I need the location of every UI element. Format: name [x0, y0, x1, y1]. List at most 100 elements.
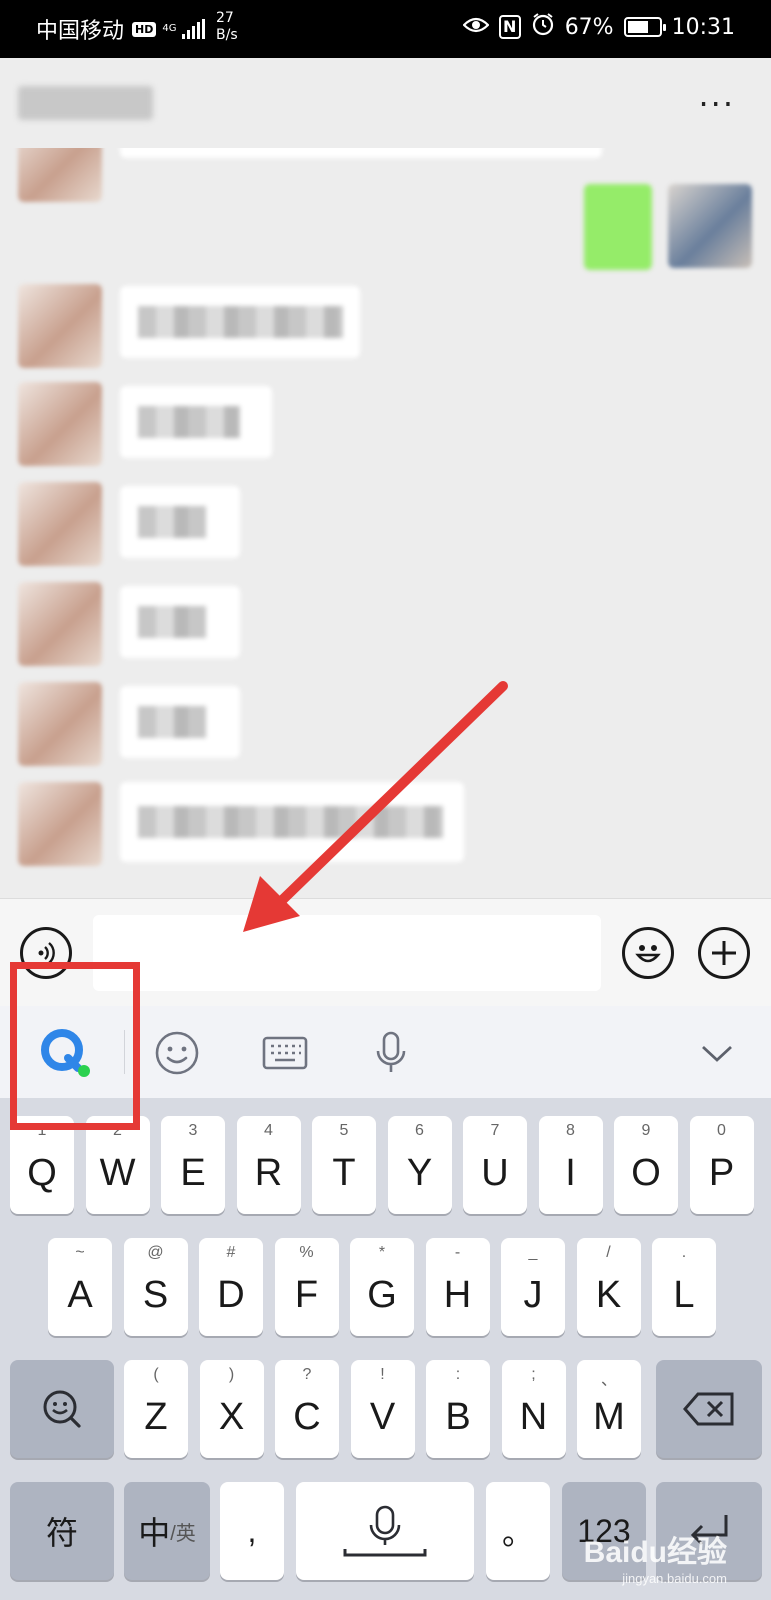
- key-secondary-label: 7: [490, 1122, 500, 1139]
- my-avatar[interactable]: [668, 184, 752, 268]
- avatar[interactable]: [18, 482, 102, 566]
- key-w[interactable]: 2W: [85, 1116, 150, 1214]
- battery-icon: [623, 17, 666, 37]
- comma-key[interactable]: ,: [220, 1482, 284, 1580]
- key-n[interactable]: ; N: [501, 1360, 566, 1458]
- key-label: N: [519, 1396, 548, 1438]
- key-h[interactable]: -H: [425, 1238, 490, 1336]
- space-key[interactable]: [296, 1482, 474, 1580]
- search-key[interactable]: [10, 1360, 114, 1458]
- avatar[interactable]: [18, 682, 102, 766]
- message-bubble-blurred[interactable]: [120, 386, 272, 458]
- key-q[interactable]: 1Q: [10, 1116, 74, 1214]
- key-secondary-label: *: [378, 1244, 386, 1261]
- message-bubble-outgoing-blurred[interactable]: [584, 184, 652, 270]
- message-bubble-blurred[interactable]: [120, 486, 240, 558]
- key-l[interactable]: .L: [652, 1238, 716, 1336]
- key-s[interactable]: @ S: [123, 1238, 188, 1336]
- key-secondary-label: 5: [339, 1122, 349, 1139]
- carrier-name: 中国移动: [36, 19, 125, 44]
- avatar[interactable]: [18, 582, 102, 666]
- chat-title-blurred: [18, 86, 153, 120]
- key-secondary-label: 8: [566, 1122, 575, 1139]
- language-switch-key[interactable]: 中/英: [124, 1482, 210, 1580]
- key-secondary-label: ~: [75, 1244, 85, 1261]
- message-bubble-blurred[interactable]: [120, 686, 240, 758]
- key-i[interactable]: 8I: [538, 1116, 603, 1214]
- key-label: E: [180, 1152, 206, 1194]
- key-label: V: [369, 1396, 396, 1438]
- key-secondary-label: %: [299, 1244, 314, 1261]
- key-e[interactable]: 3E: [161, 1116, 225, 1214]
- key-secondary-label: ;: [531, 1366, 536, 1383]
- key-v[interactable]: ! V: [350, 1360, 415, 1458]
- key-z[interactable]: (Z: [124, 1360, 188, 1458]
- key-x[interactable]: ) X: [199, 1360, 264, 1458]
- key-b[interactable]: :B: [426, 1360, 490, 1458]
- emoji-panel-button[interactable]: [150, 1026, 204, 1080]
- key-g[interactable]: * G: [350, 1238, 414, 1336]
- message-input[interactable]: [93, 915, 601, 991]
- key-t[interactable]: 5T: [312, 1116, 376, 1214]
- key-y[interactable]: 6Y: [387, 1116, 452, 1214]
- smiley-icon: [635, 945, 661, 963]
- avatar[interactable]: [18, 382, 102, 466]
- status-right: N 67% 10:31: [462, 12, 735, 42]
- nfc-icon: N: [498, 15, 521, 39]
- key-secondary-label: ?: [302, 1366, 312, 1383]
- key-secondary-label: 6: [415, 1122, 424, 1139]
- key-secondary-label: ): [228, 1366, 235, 1383]
- backspace-key[interactable]: [656, 1360, 762, 1458]
- key-label: A: [67, 1274, 93, 1316]
- key-c[interactable]: ? C: [275, 1360, 339, 1458]
- symbol-key[interactable]: 符: [10, 1482, 114, 1580]
- key-j[interactable]: _ J: [501, 1238, 565, 1336]
- key-secondary-label: .: [681, 1244, 687, 1261]
- key-m[interactable]: 、 M: [577, 1360, 641, 1458]
- key-secondary-label: 0: [717, 1122, 726, 1139]
- key-a[interactable]: ~ A: [48, 1238, 112, 1336]
- key-secondary-label: 、: [600, 1372, 617, 1389]
- keyboard-layout-button[interactable]: [258, 1026, 312, 1080]
- message-bubble-blurred[interactable]: [120, 286, 360, 358]
- avatar[interactable]: [18, 148, 102, 202]
- period-key[interactable]: 。: [486, 1482, 550, 1580]
- collapse-keyboard-button[interactable]: [690, 1026, 744, 1080]
- avatar[interactable]: [18, 284, 102, 368]
- message-list[interactable]: [0, 148, 771, 898]
- key-label: T: [332, 1152, 356, 1194]
- key-f[interactable]: % F: [274, 1238, 339, 1336]
- key-label: P: [708, 1152, 735, 1194]
- backspace-icon: [683, 1392, 734, 1426]
- message-bubble-blurred[interactable]: [120, 586, 240, 658]
- chat-header: ···: [0, 58, 771, 148]
- key-label: G: [367, 1274, 397, 1316]
- avatar[interactable]: [18, 782, 102, 866]
- key-secondary-label: _: [528, 1244, 538, 1261]
- key-label: H: [443, 1274, 472, 1316]
- key-k[interactable]: / K: [576, 1238, 641, 1336]
- key-u[interactable]: 7U: [463, 1116, 527, 1214]
- key-secondary-label: #: [226, 1244, 236, 1261]
- alarm-icon: [531, 12, 555, 42]
- more-options-button[interactable]: ···: [698, 88, 735, 120]
- status-left: 中国移动 HD 4G: [36, 13, 206, 45]
- voice-input-button[interactable]: [364, 1026, 418, 1080]
- key-label: W: [99, 1152, 136, 1194]
- key-secondary-label: @: [147, 1244, 164, 1261]
- key-o[interactable]: 9O: [614, 1116, 678, 1214]
- message-bubble-blurred[interactable]: [120, 148, 602, 158]
- space-microphone-icon: [343, 1505, 427, 1557]
- emoji-button[interactable]: [622, 927, 674, 979]
- key-label: J: [523, 1274, 543, 1316]
- more-functions-button[interactable]: [698, 927, 750, 979]
- clock: 10:31: [671, 14, 735, 40]
- network-speed: 27 B/s: [216, 10, 238, 44]
- key-p[interactable]: 0P: [689, 1116, 754, 1214]
- key-label: X: [218, 1396, 245, 1438]
- key-d[interactable]: # D: [199, 1238, 263, 1336]
- key-label: S: [142, 1274, 169, 1316]
- plus-icon: [712, 941, 736, 965]
- message-bubble-blurred[interactable]: [120, 782, 464, 862]
- key-r[interactable]: 4R: [236, 1116, 301, 1214]
